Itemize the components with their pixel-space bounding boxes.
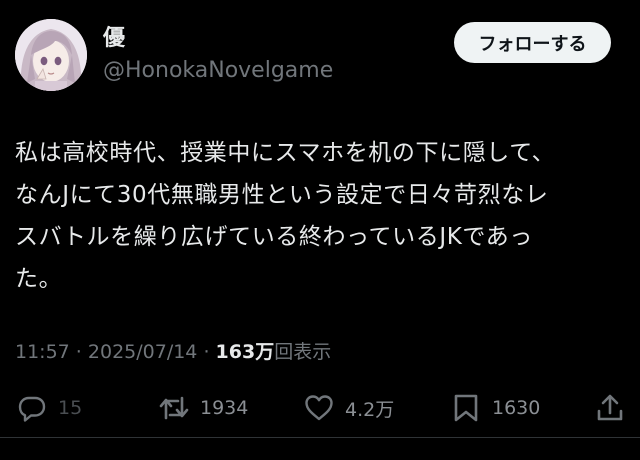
share-icon bbox=[597, 394, 623, 421]
views-count: 163万 bbox=[215, 341, 275, 363]
retweet-count: 1934 bbox=[200, 397, 249, 419]
reply-count: 15 bbox=[58, 397, 83, 419]
meta-separator: · bbox=[69, 341, 88, 363]
retweet-button[interactable]: 1934 bbox=[158, 388, 248, 428]
action-bar: 15 1934 4.2万 1630 bbox=[0, 388, 640, 428]
tweet-line: 私は高校時代、授業中にスマホを机の下に隠して、 bbox=[15, 140, 556, 166]
tweet-text: 私は高校時代、授業中にスマホを机の下に隠して、 なんJにて30代無職男性という設… bbox=[15, 132, 627, 300]
views-label: 回表示 bbox=[274, 341, 332, 363]
anime-girl-avatar-icon bbox=[15, 19, 87, 91]
follow-button[interactable]: フォローする bbox=[454, 22, 611, 63]
divider bbox=[0, 437, 640, 438]
bookmark-count: 1630 bbox=[492, 397, 541, 419]
like-count: 4.2万 bbox=[345, 398, 395, 421]
tweet-date[interactable]: 2025/07/14 bbox=[88, 341, 198, 363]
like-button[interactable]: 4.2万 bbox=[303, 388, 394, 428]
bookmark-button[interactable]: 1630 bbox=[450, 388, 540, 428]
reply-icon bbox=[18, 396, 46, 422]
tweet-line: スバトルを繰り広げている終わっているJKであっ bbox=[15, 224, 533, 250]
tweet-time[interactable]: 11:57 bbox=[15, 341, 70, 363]
reply-button[interactable]: 15 bbox=[16, 388, 82, 428]
meta-separator: · bbox=[197, 341, 216, 363]
share-button[interactable] bbox=[594, 388, 626, 428]
avatar[interactable] bbox=[15, 19, 87, 91]
tweet-meta: 11:57 · 2025/07/14 · 163万回表示 bbox=[15, 340, 331, 364]
retweet-icon bbox=[159, 396, 189, 420]
bookmark-icon bbox=[454, 394, 478, 422]
display-name[interactable]: 優 bbox=[103, 28, 125, 50]
tweet-line: なんJにて30代無職男性という設定で日々苛烈なレ bbox=[15, 182, 549, 208]
tweet-line: た。 bbox=[15, 266, 63, 292]
heart-icon bbox=[305, 395, 333, 421]
handle[interactable]: @HonokaNovelgame bbox=[103, 60, 333, 82]
